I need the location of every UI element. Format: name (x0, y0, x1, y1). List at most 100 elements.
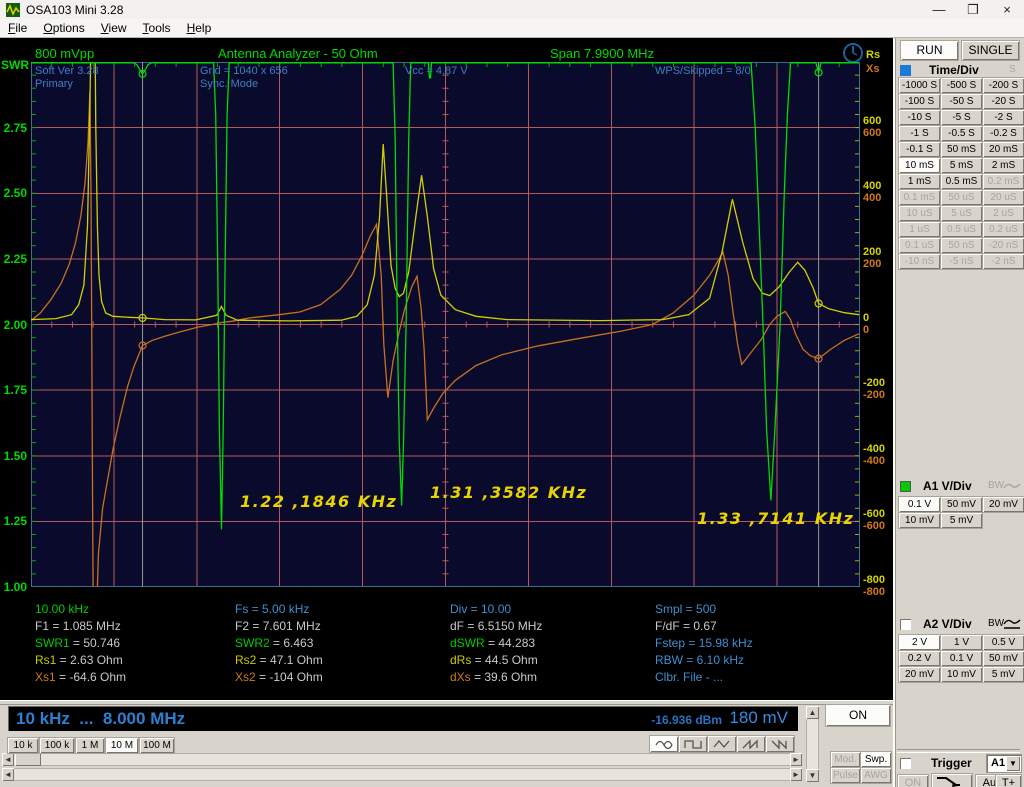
timediv-button--20ns[interactable]: -20 nS (983, 238, 1024, 253)
timediv-button--500s[interactable]: -500 S (941, 78, 982, 93)
waveform-ramp-down-button[interactable] (766, 736, 794, 752)
trigger-source-dropdown[interactable]: A1 ▼ (987, 755, 1021, 772)
timediv-button--1s[interactable]: -1 S (899, 126, 940, 141)
slope-falling-icon (937, 777, 960, 787)
menu-view[interactable]: View (93, 19, 135, 37)
a2-vdiv-button-5mv[interactable]: 5 mV (983, 667, 1024, 682)
restore-button[interactable]: ❐ (956, 0, 990, 19)
timediv-button--0.1s[interactable]: -0.1 S (899, 142, 940, 157)
a2-vdiv-button-20mv[interactable]: 20 mV (899, 667, 940, 682)
a1-vdiv-button-0.1v[interactable]: 0.1 V (899, 497, 940, 512)
minimize-button[interactable]: — (922, 0, 956, 19)
timediv-button-5ms[interactable]: 5 mS (941, 158, 982, 173)
a2-vdiv-button-0.5v[interactable]: 0.5 V (983, 635, 1024, 650)
timediv-button--5s[interactable]: -5 S (941, 110, 982, 125)
timediv-button-1ms[interactable]: 1 mS (899, 174, 940, 189)
a2-vdiv-button-1v[interactable]: 1 V (941, 635, 982, 650)
output-on-button[interactable]: ON (826, 705, 890, 726)
timediv-button-50us[interactable]: 50 uS (941, 190, 982, 205)
timediv-button--50s[interactable]: -50 S (941, 94, 982, 109)
timediv-button-2ms[interactable]: 2 mS (983, 158, 1024, 173)
splitter-bar[interactable] (0, 700, 893, 705)
scroll-left-icon[interactable]: ◄ (2, 753, 14, 766)
a2-vdiv-button-0.2v[interactable]: 0.2 V (899, 651, 940, 666)
a2-vdiv-button-0.1v[interactable]: 0.1 V (941, 651, 982, 666)
scroll-right-icon[interactable]: ► (790, 753, 802, 766)
range-button-100k[interactable]: 100 k (40, 738, 74, 753)
timediv-button--100s[interactable]: -100 S (899, 94, 940, 109)
spin-down-icon[interactable]: ▼ (806, 769, 819, 782)
trigger-slope-button[interactable] (932, 774, 972, 787)
timediv-button--10s[interactable]: -10 S (899, 110, 940, 125)
timediv-button-20us[interactable]: 20 uS (983, 190, 1024, 205)
waveform-sine-button[interactable] (650, 736, 678, 752)
timediv-button-0.5us[interactable]: 0.5 uS (941, 222, 982, 237)
timediv-button-1us[interactable]: 1 uS (899, 222, 940, 237)
frequency-scrollbar[interactable]: ◄ ► (2, 753, 802, 766)
timediv-button-0.2us[interactable]: 0.2 uS (983, 222, 1024, 237)
waveform-ramp-up-button[interactable] (737, 736, 765, 752)
timediv-button-0.1us[interactable]: 0.1 uS (899, 238, 940, 253)
timediv-button-20ms[interactable]: 20 mS (983, 142, 1024, 157)
menu-options[interactable]: Options (35, 19, 92, 37)
scrollbar-thumb[interactable] (15, 753, 41, 766)
timediv-button-0.5ms[interactable]: 0.5 mS (941, 174, 982, 189)
timediv-button-10ms[interactable]: 10 mS (899, 158, 940, 173)
mode-button-pulse[interactable]: Pulse (831, 768, 860, 783)
timediv-button--0.2s[interactable]: -0.2 S (983, 126, 1024, 141)
close-button[interactable]: × (990, 0, 1024, 19)
trigger-on-button[interactable]: ON (898, 775, 928, 787)
range-button-10k[interactable]: 10 k (8, 738, 38, 753)
a1-vdiv-button-50mv[interactable]: 50 mV (941, 497, 982, 512)
timediv-button--5ns[interactable]: -5 nS (941, 254, 982, 269)
single-button[interactable]: SINGLE (962, 41, 1019, 60)
range-button-100m[interactable]: 100 M (140, 738, 174, 753)
a2-enable-checkbox[interactable] (900, 619, 911, 630)
range-button-1m[interactable]: 1 M (76, 738, 104, 753)
timediv-button--2ns[interactable]: -2 nS (983, 254, 1024, 269)
scroll-right-icon[interactable]: ► (790, 768, 802, 781)
a1-vdiv-button-10mv[interactable]: 10 mV (899, 513, 940, 528)
timediv-button--200s[interactable]: -200 S (983, 78, 1024, 93)
mode-button-swp[interactable]: Swp. (861, 752, 891, 767)
mode-button-awg[interactable]: AWG (861, 768, 891, 783)
a1-enable-checkbox[interactable] (900, 481, 911, 492)
a2-vdiv-button-50mv[interactable]: 50 mV (983, 651, 1024, 666)
timediv-button--1000s[interactable]: -1000 S (899, 78, 940, 93)
chevron-down-icon[interactable]: ▼ (1006, 756, 1020, 771)
level-scrollbar[interactable]: ◄ ► (2, 768, 802, 781)
timediv-button-10us[interactable]: 10 uS (899, 206, 940, 221)
mode-button-mod[interactable]: Mod. (831, 752, 860, 767)
timediv-button-50ns[interactable]: 50 nS (941, 238, 982, 253)
xs-tick-label: -400 (863, 454, 886, 467)
trigger-enable-checkbox[interactable] (900, 758, 911, 769)
a1-vdiv-button-5mv[interactable]: 5 mV (941, 513, 982, 528)
run-button[interactable]: RUN (901, 41, 958, 60)
level-spinner[interactable]: ▲ ▼ (806, 706, 819, 782)
timediv-button-50ms[interactable]: 50 mS (941, 142, 982, 157)
rs-tick-label: 0 (863, 311, 870, 324)
range-button-10m[interactable]: 10 M (106, 738, 138, 753)
a2-vdiv-button-10mv[interactable]: 10 mV (941, 667, 982, 682)
timediv-button-0.1ms[interactable]: 0.1 mS (899, 190, 940, 205)
trigger-tplus-button[interactable]: T+ (996, 775, 1021, 787)
timediv-button--0.5s[interactable]: -0.5 S (941, 126, 982, 141)
timediv-button--20s[interactable]: -20 S (983, 94, 1024, 109)
menu-help[interactable]: Help (179, 19, 220, 37)
timediv-button-2us[interactable]: 2 uS (983, 206, 1024, 221)
a1-bw-icon[interactable] (1003, 481, 1021, 491)
scroll-left-icon[interactable]: ◄ (2, 768, 14, 781)
timediv-button--10ns[interactable]: -10 nS (899, 254, 940, 269)
menu-tools[interactable]: Tools (135, 19, 179, 37)
spin-up-icon[interactable]: ▲ (806, 706, 819, 719)
timediv-button--2s[interactable]: -2 S (983, 110, 1024, 125)
timediv-button-0.2ms[interactable]: 0.2 mS (983, 174, 1024, 189)
timediv-button-5us[interactable]: 5 uS (941, 206, 982, 221)
a2-bw-icon[interactable] (1003, 617, 1021, 630)
a2-vdiv-button-2v[interactable]: 2 V (899, 635, 940, 650)
a1-vdiv-button-20mv[interactable]: 20 mV (983, 497, 1024, 512)
waveform-square-button[interactable] (679, 736, 707, 752)
xs-tick-label: -800 (863, 586, 886, 598)
menu-file[interactable]: File (0, 19, 35, 37)
waveform-triangle-button[interactable] (708, 736, 736, 752)
